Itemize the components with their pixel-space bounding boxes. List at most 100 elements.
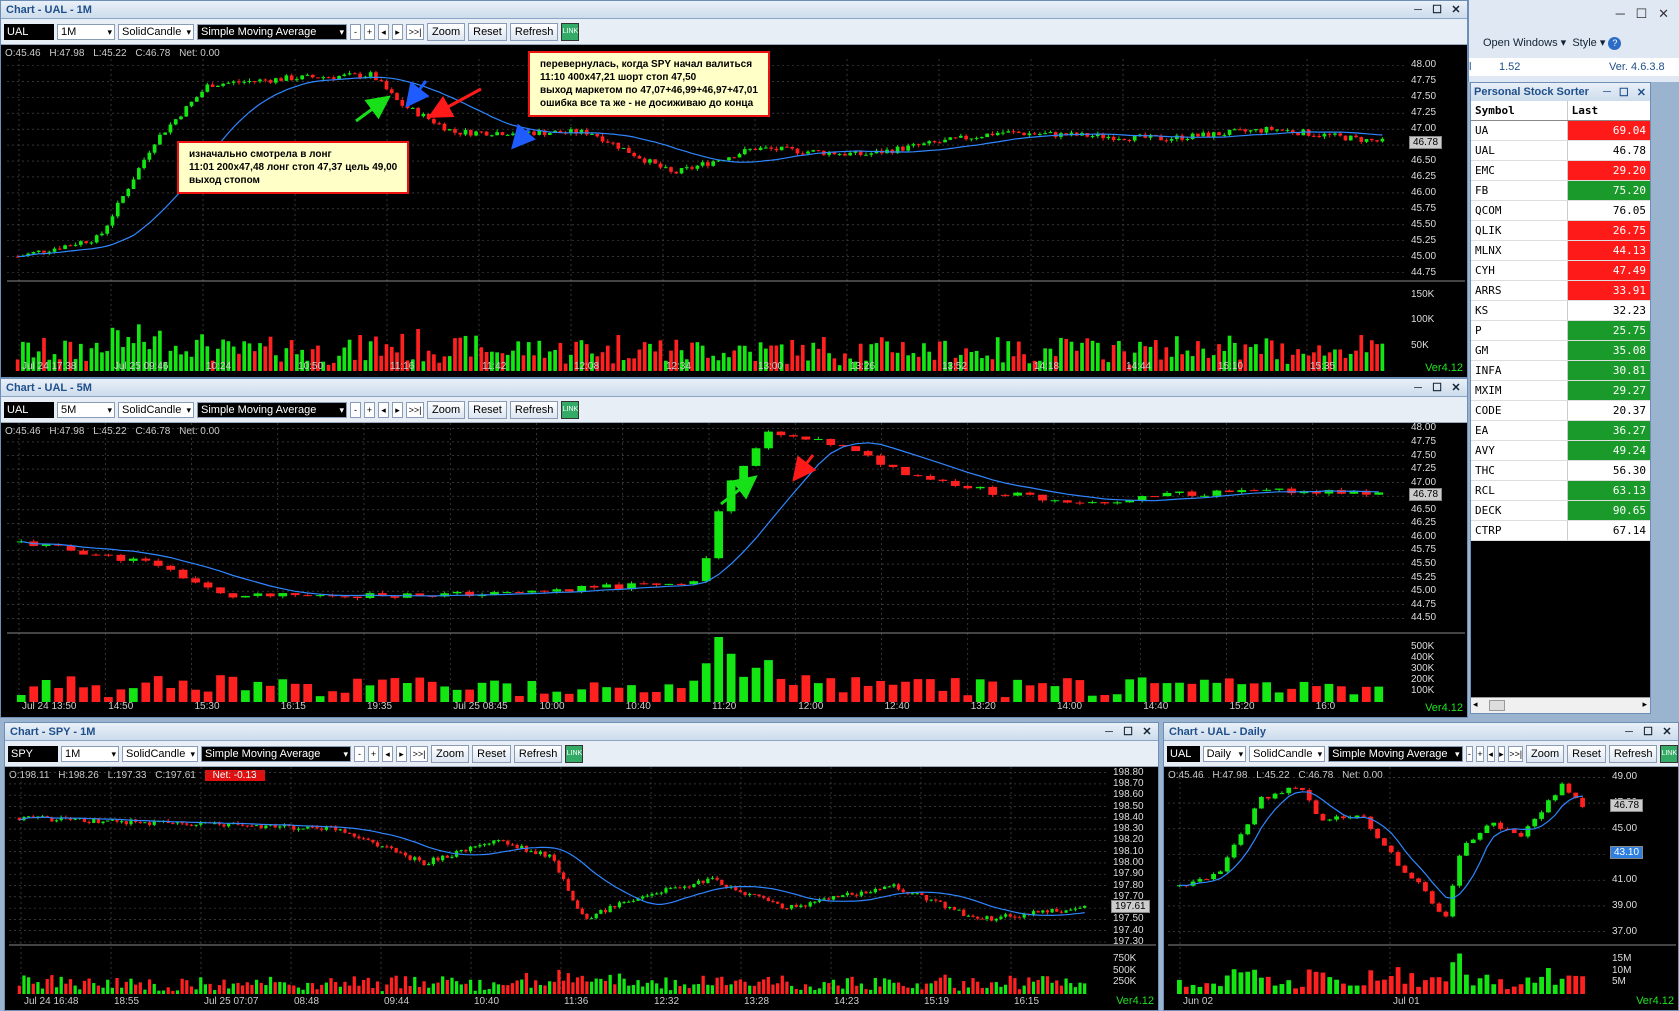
scroll-left-icon[interactable]: ◂ (382, 745, 393, 762)
maximize-icon[interactable]: ☐ (1120, 725, 1136, 739)
title-bar[interactable]: Chart - SPY - 1M ─ ☐ ✕ (5, 723, 1158, 741)
minimize-icon[interactable]: ─ (1101, 725, 1117, 739)
chart-style-select[interactable]: SolidCandle (118, 401, 194, 418)
col-symbol-header[interactable]: Symbol (1471, 101, 1568, 121)
scroll-right-icon[interactable]: ▸ (396, 745, 407, 762)
scroll-end-icon[interactable]: >>| (1508, 745, 1524, 762)
close-icon[interactable]: ✕ (1448, 3, 1464, 17)
scroll-right-icon[interactable]: ▸ (392, 401, 403, 418)
sorter-row[interactable]: RCL 63.13 (1471, 480, 1650, 501)
sorter-row[interactable]: INFA 30.81 (1471, 360, 1650, 381)
sorter-row[interactable]: QLIK 26.75 (1471, 220, 1650, 241)
sorter-row[interactable]: AVY 49.24 (1471, 440, 1650, 461)
interval-select[interactable]: 1M (61, 745, 119, 762)
chart-style-select[interactable]: SolidCandle (1249, 745, 1326, 762)
sorter-row[interactable]: FB 75.20 (1471, 180, 1650, 201)
sorter-row[interactable]: EA 36.27 (1471, 420, 1650, 441)
sorter-row[interactable]: DECK 90.65 (1471, 500, 1650, 521)
reset-button[interactable]: Reset (468, 22, 507, 41)
zoom-button[interactable]: Zoom (427, 22, 466, 41)
sorter-row[interactable]: MXIM 29.27 (1471, 380, 1650, 401)
title-bar[interactable]: Chart - UAL - 1M ─ ☐ ✕ (1, 1, 1467, 19)
minimize-icon[interactable]: ─ (1603, 86, 1611, 98)
maximize-icon[interactable]: ☐ (1429, 381, 1445, 395)
close-icon[interactable]: ✕ (1659, 725, 1675, 739)
sorter-row[interactable]: CTRP 67.14 (1471, 520, 1650, 541)
refresh-button[interactable]: Refresh (513, 744, 563, 763)
style-menu[interactable]: Style (1572, 37, 1596, 49)
close-icon[interactable]: ✕ (1448, 381, 1464, 395)
refresh-button[interactable]: Refresh (509, 400, 559, 419)
link-icon[interactable]: LINK (561, 400, 580, 419)
reset-button[interactable]: Reset (468, 400, 507, 419)
symbol-input[interactable]: SPY (8, 745, 58, 762)
minus-icon[interactable]: - (1465, 745, 1474, 762)
minus-icon[interactable]: - (354, 745, 365, 762)
scroll-right-icon[interactable]: ▸ (1497, 745, 1506, 762)
open-windows-menu[interactable]: Open Windows (1483, 37, 1558, 49)
link-icon[interactable]: LINK (1660, 744, 1678, 763)
scroll-end-icon[interactable]: >>| (406, 23, 424, 40)
minimize-icon[interactable]: ─ (1410, 381, 1426, 395)
interval-select[interactable]: Daily (1202, 745, 1247, 762)
sorter-row[interactable]: ARRS 33.91 (1471, 280, 1650, 301)
interval-select[interactable]: 1M (57, 23, 115, 40)
close-icon[interactable]: ✕ (1139, 725, 1155, 739)
link-icon[interactable]: LINK (561, 22, 580, 41)
zoom-button[interactable]: Zoom (427, 400, 466, 419)
indicator-select[interactable]: Simple Moving Average (197, 401, 347, 418)
maximize-icon[interactable]: ☐ (1640, 725, 1656, 739)
zoom-button[interactable]: Zoom (431, 744, 470, 763)
sorter-row[interactable]: GM 35.08 (1471, 340, 1650, 361)
title-bar[interactable]: Chart - UAL - Daily ─ ☐ ✕ (1164, 723, 1678, 741)
symbol-input[interactable]: UAL (1167, 745, 1200, 762)
maximize-icon[interactable]: ☐ (1429, 3, 1445, 17)
close-icon[interactable]: ✕ (1637, 86, 1646, 99)
dropdown-arrow-icon[interactable]: ▾ (1561, 37, 1567, 49)
horizontal-scrollbar[interactable]: ◂ ▸ (1471, 697, 1650, 713)
indicator-select[interactable]: Simple Moving Average (201, 745, 351, 762)
plus-icon[interactable]: + (364, 23, 375, 40)
sorter-row[interactable]: EMC 29.20 (1471, 160, 1650, 181)
sorter-row[interactable]: UA 69.04 (1471, 120, 1650, 141)
minus-icon[interactable]: - (350, 23, 361, 40)
indicator-select[interactable]: Simple Moving Average (1328, 745, 1463, 762)
link-icon[interactable]: LINK (565, 744, 584, 763)
reset-button[interactable]: Reset (472, 744, 511, 763)
plus-icon[interactable]: + (1476, 745, 1484, 762)
chart-style-select[interactable]: SolidCandle (118, 23, 194, 40)
symbol-input[interactable]: UAL (4, 401, 54, 418)
scroll-end-icon[interactable]: >>| (410, 745, 428, 762)
col-last-header[interactable]: Last (1566, 101, 1650, 121)
chart-style-select[interactable]: SolidCandle (122, 745, 198, 762)
sorter-row[interactable]: UAL 46.78 (1471, 140, 1650, 161)
sorter-row[interactable]: CYH 47.49 (1471, 260, 1650, 281)
dropdown-arrow-icon[interactable]: ▾ (1600, 37, 1606, 49)
scroll-left-icon[interactable]: ◂ (378, 23, 389, 40)
zoom-button[interactable]: Zoom (1526, 744, 1565, 763)
indicator-select[interactable]: Simple Moving Average (197, 23, 347, 40)
refresh-button[interactable]: Refresh (509, 22, 559, 41)
sorter-row[interactable]: P 25.75 (1471, 320, 1650, 341)
scroll-left-icon[interactable]: ◂ (1486, 745, 1495, 762)
maximize-icon[interactable]: ☐ (1619, 86, 1629, 99)
interval-select[interactable]: 5M (57, 401, 115, 418)
sorter-row[interactable]: CODE 20.37 (1471, 400, 1650, 421)
plus-icon[interactable]: + (364, 401, 375, 418)
reset-button[interactable]: Reset (1567, 744, 1606, 763)
symbol-input[interactable]: UAL (4, 23, 54, 40)
minimize-icon[interactable]: ─ (1621, 725, 1637, 739)
minimize-icon[interactable]: ─ (1410, 3, 1426, 17)
plus-icon[interactable]: + (368, 745, 379, 762)
refresh-button[interactable]: Refresh (1608, 744, 1658, 763)
help-icon[interactable]: ? (1608, 37, 1622, 50)
scroll-left-icon[interactable]: ◂ (378, 401, 389, 418)
sorter-row[interactable]: QCOM 76.05 (1471, 200, 1650, 221)
minus-icon[interactable]: - (350, 401, 361, 418)
scroll-right-icon[interactable]: ▸ (392, 23, 403, 40)
window-controls[interactable]: ─ ☐ ✕ (1616, 6, 1669, 22)
sorter-row[interactable]: MLNX 44.13 (1471, 240, 1650, 261)
sorter-row[interactable]: THC 56.30 (1471, 460, 1650, 481)
scroll-end-icon[interactable]: >>| (406, 401, 424, 418)
title-bar[interactable]: Chart - UAL - 5M ─ ☐ ✕ (1, 379, 1467, 397)
